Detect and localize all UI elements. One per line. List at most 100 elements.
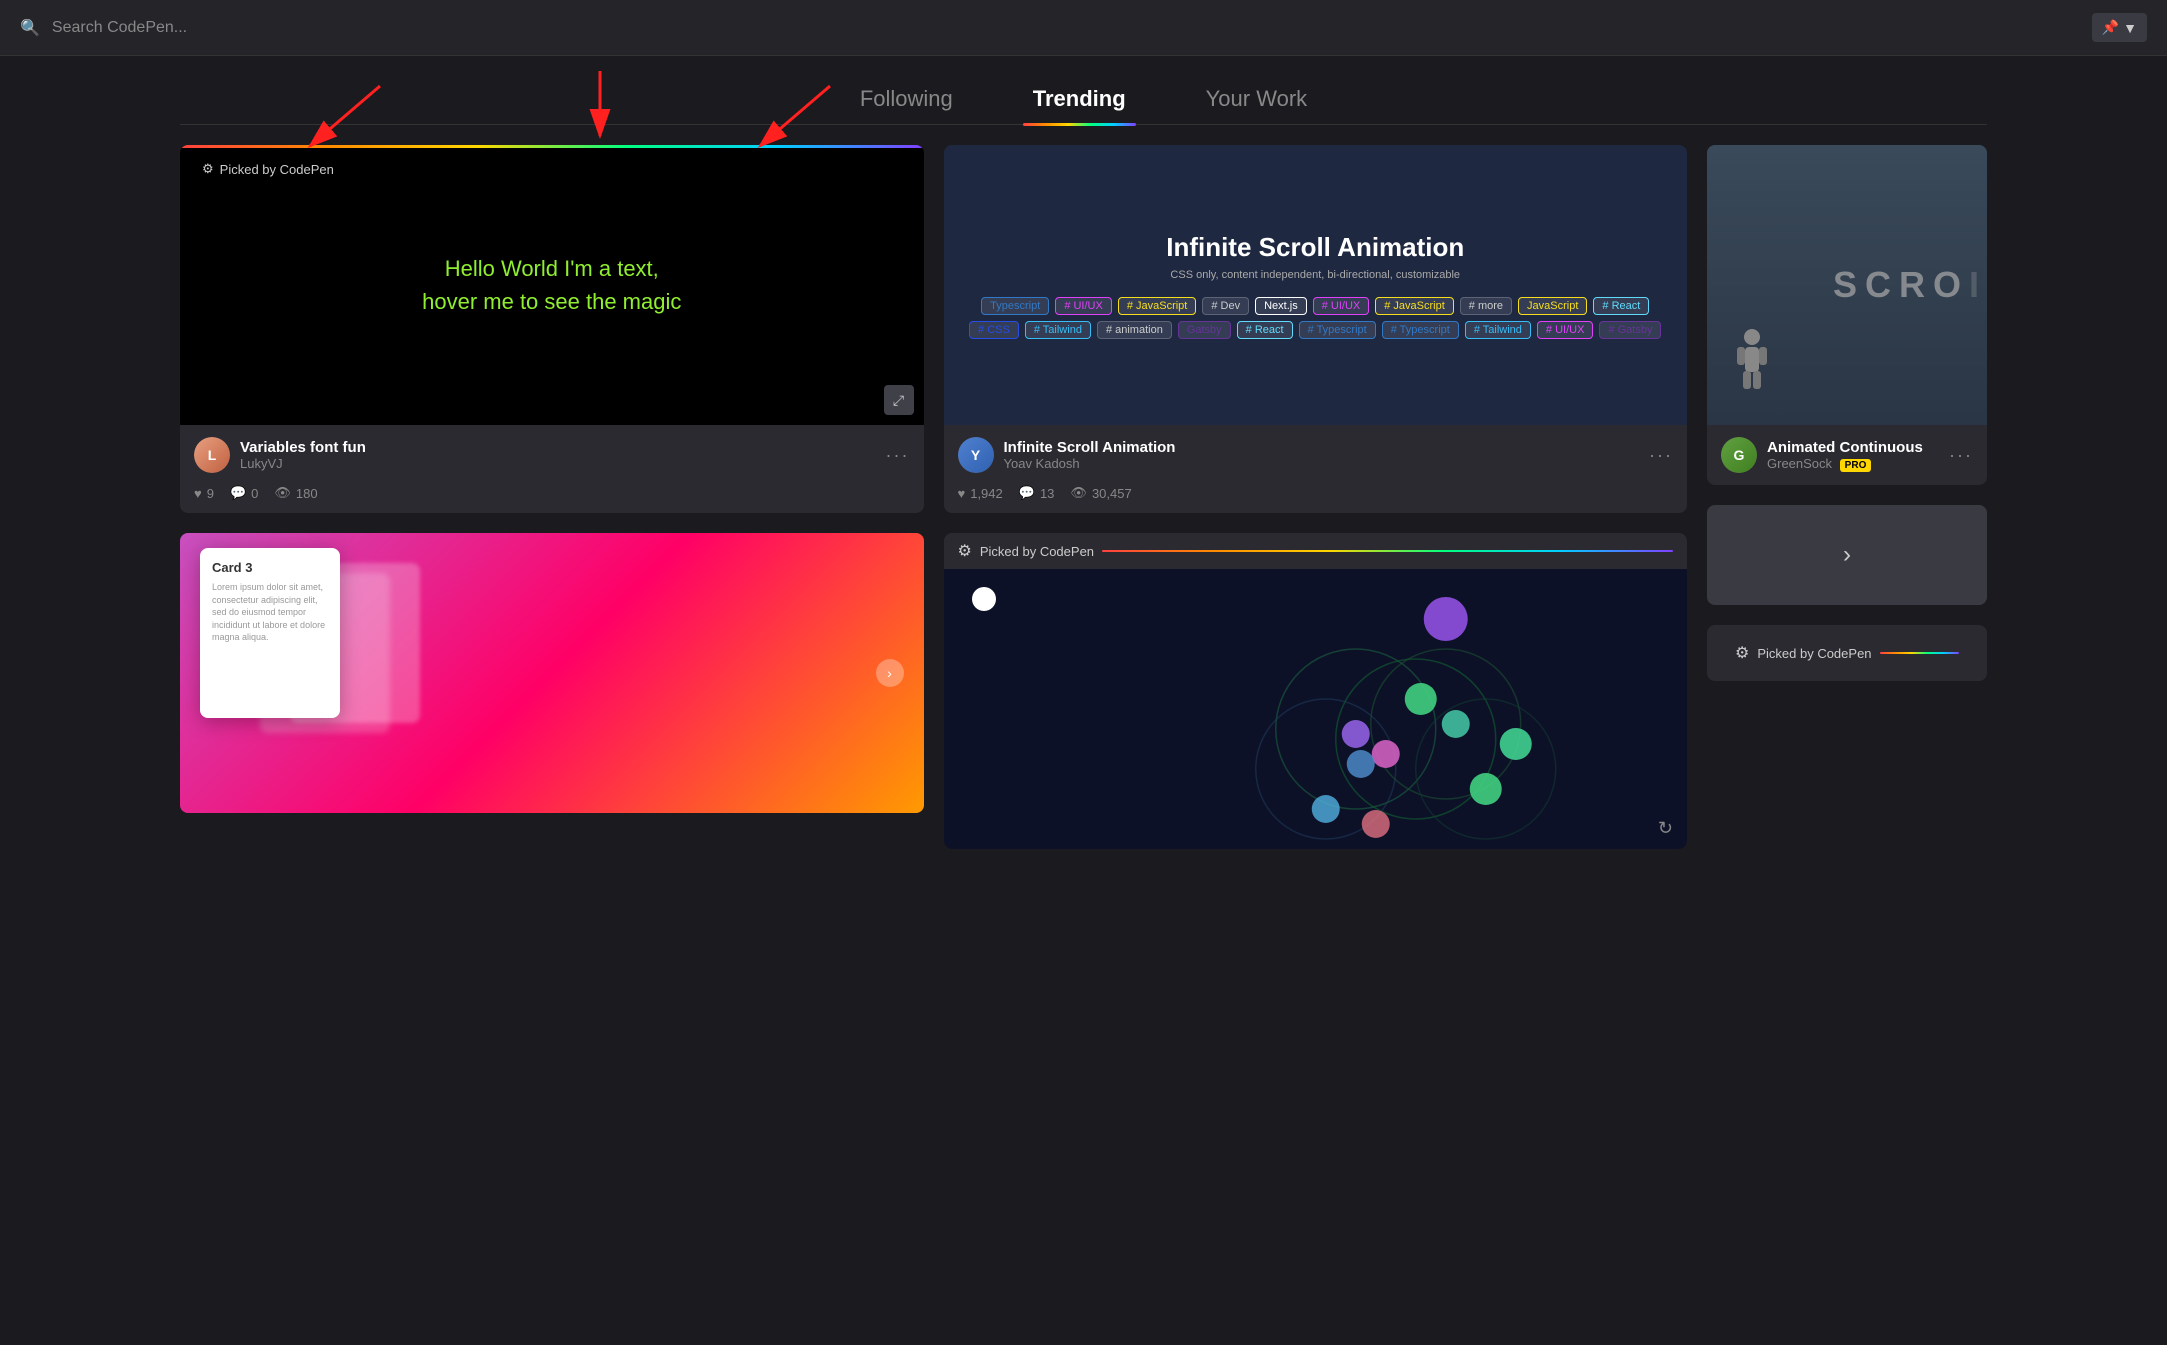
search-icon: 🔍 (20, 18, 40, 38)
card-front: Card 3 Lorem ipsum dolor sit amet, conse… (200, 548, 340, 718)
tag-uiux-1: # UI/UX (1055, 297, 1112, 315)
author-avatar: L (194, 437, 230, 473)
scroll-text: SCROI (1833, 264, 1987, 306)
card-author-scroll[interactable]: Yoav Kadosh (1004, 456, 1640, 471)
pen-card-animated-continuous: SCROI G Animated Continuous GreenSock PR… (1707, 145, 1987, 485)
card-info-animated: Animated Continuous GreenSock PRO (1767, 439, 1939, 471)
heart-icon-scroll: ♥ (958, 486, 966, 501)
prev-card-button[interactable]: ‹ (200, 659, 228, 687)
picked-bar-circles (1102, 550, 1673, 552)
tag-uiux-3: # UI/UX (1537, 321, 1594, 339)
card-title[interactable]: Variables font fun (240, 439, 876, 456)
tag-gatsby-2: # Gatsby (1599, 321, 1661, 339)
tag-typescript-2: # Typescript (1299, 321, 1376, 339)
preview-pink-bg: Card 3 Lorem ipsum dolor sit amet, conse… (180, 533, 924, 813)
preview-animated-continuous: SCROI (1707, 145, 1987, 425)
picked-badge: ⚙ Picked by CodePen (192, 157, 344, 181)
card-title-scroll[interactable]: Infinite Scroll Animation (1004, 439, 1640, 456)
picked-section-partial: ⚙ Picked by CodePen (1707, 625, 1987, 681)
tag-typescript-3: # Typescript (1382, 321, 1459, 339)
pen-card-infinite-scroll: Infinite Scroll Animation CSS only, cont… (944, 145, 1688, 513)
hearts-stat-scroll: ♥ 1,942 (958, 486, 1003, 501)
comments-stat: 💬 0 (230, 485, 258, 501)
tag-grid: Typescript # UI/UX # JavaScript # Dev Ne… (964, 297, 1668, 339)
picked-section-right: ⚙ Picked by CodePen (1721, 635, 1973, 671)
preview-dark-bg: Hello World I'm a text, hover me to see … (180, 145, 924, 425)
circles-svg (944, 569, 1688, 849)
header: 🔍 📌 ▼ (0, 0, 2167, 56)
card-info: Variables font fun LukyVJ (240, 439, 876, 471)
tag-react-1: # React (1593, 297, 1649, 315)
heart-icon: ♥ (194, 486, 202, 501)
card-author-animated: GreenSock PRO (1767, 456, 1939, 471)
pen-card-pink: Card 3 Lorem ipsum dolor sit amet, conse… (180, 533, 924, 813)
card-meta-animated: G Animated Continuous GreenSock PRO ··· (1707, 425, 1987, 485)
gear-badge-icon: ⚙ (202, 161, 214, 177)
pin-icon: 📌 (2102, 19, 2119, 36)
tag-tailwind-1: # Tailwind (1025, 321, 1091, 339)
main-content: Hello World I'm a text, hover me to see … (0, 125, 2167, 869)
hearts-stat: ♥ 9 (194, 486, 214, 501)
tag-uiux-2: # UI/UX (1313, 297, 1370, 315)
card-preview-variables: Hello World I'm a text, hover me to see … (180, 145, 924, 425)
person-figure (1727, 325, 1777, 395)
views-stat-scroll: 👁 30,457 (1070, 485, 1131, 501)
pen-card-variables-font: Hello World I'm a text, hover me to see … (180, 145, 924, 513)
preview-circles: ↻ (944, 569, 1688, 849)
more-options-animated[interactable]: ··· (1949, 445, 1973, 466)
magic-text: Hello World I'm a text, hover me to see … (422, 252, 681, 318)
next-page-button[interactable]: › (1707, 505, 1987, 605)
views-stat: 👁 180 (274, 485, 317, 501)
tag-nextjs: Next.js (1255, 297, 1307, 315)
pen-card-circles: ⚙ Picked by CodePen (944, 533, 1688, 849)
next-arrow-icon: › (1843, 541, 1851, 569)
preview-infinite-scroll: Infinite Scroll Animation CSS only, cont… (944, 145, 1688, 425)
card-info-scroll: Infinite Scroll Animation Yoav Kadosh (1004, 439, 1640, 471)
author-avatar-animated: G (1721, 437, 1757, 473)
tab-your-work[interactable]: Your Work (1206, 86, 1308, 124)
author-avatar-scroll: Y (958, 437, 994, 473)
tag-react-2: # React (1237, 321, 1293, 339)
next-card-button[interactable]: › (876, 659, 904, 687)
card-front-title: Card 3 (212, 560, 328, 575)
view-icon-scroll: 👁 (1070, 485, 1087, 501)
comments-stat-scroll: 💬 13 (1019, 485, 1055, 501)
card-title-animated[interactable]: Animated Continuous (1767, 439, 1939, 456)
tag-more: # more (1460, 297, 1512, 315)
more-options-scroll[interactable]: ··· (1649, 445, 1673, 466)
more-options-button[interactable]: ··· (886, 445, 910, 466)
tag-tailwind-2: # Tailwind (1465, 321, 1531, 339)
tag-animation: # animation (1097, 321, 1172, 339)
fullscreen-button[interactable]: ⤢ (884, 385, 914, 415)
scroll-anim-sub: CSS only, content independent, bi-direct… (1170, 269, 1460, 281)
card-meta-scroll: Y Infinite Scroll Animation Yoav Kadosh … (944, 425, 1688, 485)
gear-icon-right: ⚙ (1735, 643, 1749, 663)
tag-css: # CSS (969, 321, 1019, 339)
card-author[interactable]: LukyVJ (240, 456, 876, 471)
gear-icon-circles: ⚙ (958, 541, 972, 561)
tag-dev: # Dev (1202, 297, 1249, 315)
refresh-button[interactable]: ↻ (1658, 818, 1673, 839)
card-stats-scroll: ♥ 1,942 💬 13 👁 30,457 (944, 485, 1688, 513)
tabs-nav: Following Trending Your Work (0, 56, 2167, 124)
tag-javascript-3: JavaScript (1518, 297, 1587, 315)
tag-gatsby-1: Gatsby (1178, 321, 1231, 339)
card-stats: ♥ 9 💬 0 👁 180 (180, 485, 924, 513)
pro-badge: PRO (1840, 459, 1872, 472)
tag-javascript-2: # JavaScript (1375, 297, 1454, 315)
card-front-text: Lorem ipsum dolor sit amet, consectetur … (212, 581, 328, 644)
scroll-anim-bg: Infinite Scroll Animation CSS only, cont… (944, 145, 1688, 425)
comment-icon: 💬 (230, 485, 246, 501)
pin-dropdown-arrow: ▼ (2123, 20, 2137, 36)
picked-color-bar (180, 145, 924, 148)
tag-typescript: Typescript (981, 297, 1049, 315)
picked-bar-right (1880, 652, 1959, 654)
tab-following[interactable]: Following (860, 86, 953, 124)
picked-section-circles: ⚙ Picked by CodePen (944, 533, 1688, 569)
tab-trending[interactable]: Trending (1033, 86, 1126, 124)
comment-icon-scroll: 💬 (1019, 485, 1035, 501)
view-icon: 👁 (274, 485, 291, 501)
card-meta-row: L Variables font fun LukyVJ ··· (180, 425, 924, 485)
pin-button[interactable]: 📌 ▼ (2092, 13, 2147, 42)
search-input[interactable] (52, 19, 2080, 37)
